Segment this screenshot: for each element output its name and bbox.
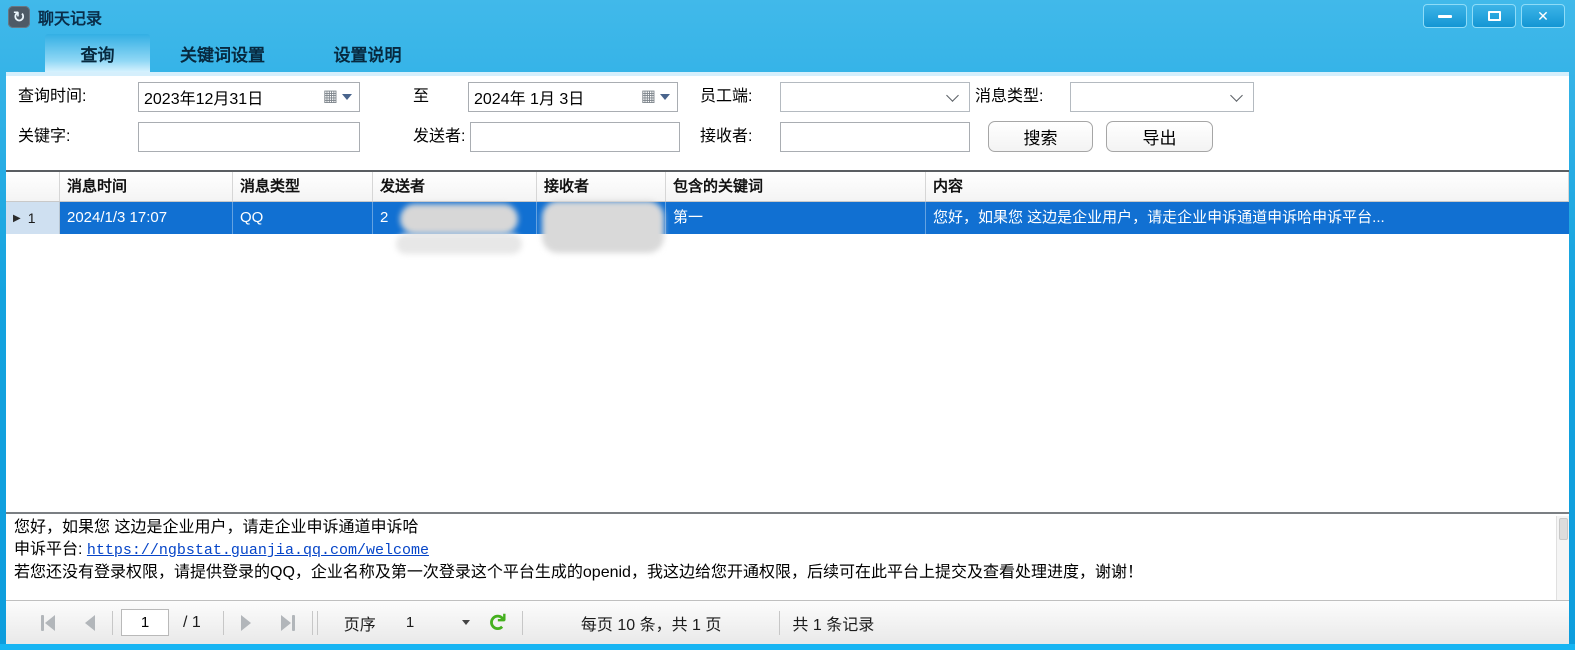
prev-page-icon — [85, 615, 95, 631]
last-page-icon — [292, 615, 295, 631]
tab-keyword-settings[interactable]: 关键词设置 — [150, 34, 295, 72]
last-page-icon — [281, 615, 291, 631]
cell-time: 2024/1/3 17:07 — [60, 202, 233, 234]
keyword-label: 关键字: — [18, 122, 70, 152]
redacted-receiver-blur — [542, 201, 664, 253]
next-page-button[interactable] — [232, 610, 260, 636]
title-bar: ↻ 聊天记录 ✕ — [0, 0, 1575, 34]
chevron-down-icon — [1230, 89, 1243, 102]
cell-content: 您好，如果您 这边是企业用户，请走企业申诉通道申诉哈申诉平台... — [926, 202, 1569, 234]
table-row[interactable]: ▶ 1 2024/1/3 17:07 QQ 2 第一 您好，如果您 这边是企业用… — [6, 202, 1569, 234]
total-pages-label: / 1 — [183, 614, 201, 632]
last-page-button[interactable] — [274, 610, 302, 636]
detail-line-2: 申诉平台: https://ngbstat.guanjia.qq.com/wel… — [14, 539, 1561, 562]
dropdown-arrow-icon — [462, 620, 470, 625]
receiver-input[interactable] — [780, 122, 970, 152]
pager-nav: / 1 — [34, 609, 320, 636]
table-header-row: 消息时间 消息类型 发送者 接收者 包含的关键词 内容 — [6, 172, 1569, 202]
employee-dropdown[interactable] — [780, 82, 970, 112]
results-table: 消息时间 消息类型 发送者 接收者 包含的关键词 内容 ▶ 1 2024/1/3… — [6, 170, 1569, 512]
table-header-receiver[interactable]: 接收者 — [537, 172, 666, 201]
page-order-label: 页序 — [344, 611, 376, 635]
close-button[interactable]: ✕ — [1521, 4, 1565, 28]
to-label: 至 — [413, 82, 429, 112]
tab-settings-help[interactable]: 设置说明 — [295, 34, 440, 72]
date-from-picker[interactable]: 2023年12月31日 ▦ — [138, 82, 360, 112]
row-index: 1 — [28, 210, 36, 226]
employee-label: 员工端: — [700, 82, 752, 112]
sender-label: 发送者: — [413, 122, 465, 152]
per-page-summary: 每页 10 条，共 1 页 — [581, 611, 721, 635]
redacted-sender-blur — [400, 204, 518, 234]
table-header-indexcol — [6, 172, 60, 201]
row-indicator: ▶ 1 — [6, 202, 60, 234]
detail-line-3: 若您还没有登录权限，请提供登录的QQ，企业名称及第一次登录这个平台生成的open… — [14, 562, 1561, 584]
current-row-arrow-icon: ▶ — [13, 213, 21, 224]
appeal-platform-link[interactable]: https://ngbstat.guanjia.qq.com/welcome — [87, 542, 429, 559]
page-order-dropdown[interactable]: 1 — [398, 610, 476, 636]
first-page-button[interactable] — [34, 610, 62, 636]
table-header-time[interactable]: 消息时间 — [60, 172, 233, 201]
date-to-value: 2024年 1月 3日 — [474, 85, 584, 109]
separator — [112, 611, 113, 635]
app-icon: ↻ — [8, 6, 30, 28]
page-number-input[interactable] — [121, 609, 169, 636]
total-records-summary: 共 1 条记录 — [792, 611, 874, 635]
next-page-icon — [241, 615, 251, 631]
tab-query[interactable]: 查询 — [45, 34, 150, 72]
chevron-down-icon — [946, 89, 959, 102]
separator — [223, 611, 224, 635]
maximize-icon — [1488, 11, 1501, 21]
sender-input[interactable] — [470, 122, 680, 152]
refresh-icon[interactable]: ↻ — [484, 611, 508, 631]
cell-keywords: 第一 — [666, 202, 926, 234]
redacted-sender-blur — [396, 234, 522, 254]
query-time-label: 查询时间: — [18, 82, 86, 112]
date-dropdown-arrow-icon[interactable] — [660, 94, 670, 100]
table-header-keywords[interactable]: 包含的关键词 — [666, 172, 926, 201]
pagination-bar: / 1 页序 1 ↻ 每页 10 条，共 1 页 共 1 条记录 — [6, 600, 1569, 644]
receiver-label: 接收者: — [700, 122, 752, 152]
export-button[interactable]: 导出 — [1106, 121, 1213, 152]
detail-line-1: 您好，如果您 这边是企业用户，请走企业申诉通道申诉哈 — [14, 517, 1561, 539]
date-to-picker[interactable]: 2024年 1月 3日 ▦ — [468, 82, 678, 112]
msg-type-label: 消息类型: — [975, 82, 1043, 112]
scrollbar-thumb[interactable] — [1559, 518, 1568, 540]
detail-link-label: 申诉平台: — [14, 541, 87, 558]
calendar-icon: ▦ — [323, 89, 338, 105]
date-dropdown-arrow-icon[interactable] — [342, 94, 352, 100]
message-detail-panel: 您好，如果您 这边是企业用户，请走企业申诉通道申诉哈 申诉平台: https:/… — [6, 512, 1569, 600]
separator — [522, 611, 523, 635]
table-header-type[interactable]: 消息类型 — [233, 172, 373, 201]
chat-records-window: ↻ 聊天记录 ✕ 查询 关键词设置 设置说明 查询时间: 2023年12月31日… — [0, 0, 1575, 650]
minimize-icon — [1438, 15, 1452, 18]
first-page-icon — [41, 615, 44, 631]
page-order-value: 1 — [406, 614, 414, 631]
app-icon-glyph: ↻ — [13, 8, 26, 26]
separator — [312, 611, 313, 635]
detail-scrollbar[interactable] — [1556, 516, 1569, 600]
search-button[interactable]: 搜索 — [988, 121, 1093, 152]
minimize-button[interactable] — [1423, 4, 1467, 28]
tab-bar: 查询 关键词设置 设置说明 — [0, 34, 1575, 72]
prev-page-button[interactable] — [76, 610, 104, 636]
separator — [317, 611, 318, 635]
cell-type: QQ — [233, 202, 373, 234]
window-controls: ✕ — [1423, 4, 1565, 28]
date-from-value: 2023年12月31日 — [144, 85, 263, 109]
separator — [779, 611, 780, 635]
window-title: 聊天记录 — [38, 5, 102, 29]
keyword-input[interactable] — [138, 122, 360, 152]
table-header-content[interactable]: 内容 — [926, 172, 1569, 201]
content-area: 查询时间: 2023年12月31日 ▦ 至 2024年 1月 3日 ▦ 员工端:… — [6, 72, 1569, 644]
first-page-icon — [45, 615, 55, 631]
maximize-button[interactable] — [1472, 4, 1516, 28]
close-icon: ✕ — [1537, 9, 1549, 23]
calendar-icon: ▦ — [641, 89, 656, 105]
content-top-highlight — [6, 72, 1569, 76]
table-header-sender[interactable]: 发送者 — [373, 172, 537, 201]
window-bottom-edge — [0, 644, 1575, 650]
msg-type-dropdown[interactable] — [1070, 82, 1254, 112]
